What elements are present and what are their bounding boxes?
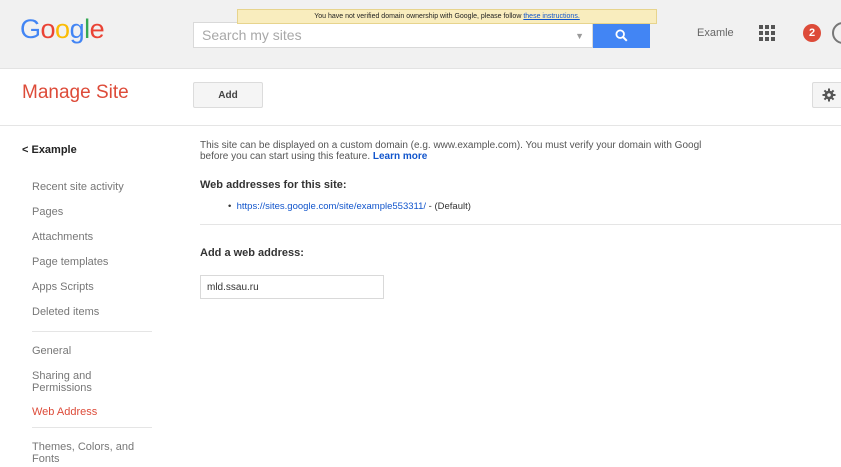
add-button[interactable]: Add [193, 82, 263, 108]
sidebar-item-page-templates[interactable]: Page templates [32, 256, 157, 268]
domain-verification-notice: You have not verified domain ownership w… [237, 9, 657, 24]
avatar[interactable] [832, 22, 841, 44]
sidebar: < Example Recent site activity Pages Att… [0, 125, 170, 467]
account-name[interactable]: Examle [697, 27, 734, 39]
sidebar-item-web-address[interactable]: Web Address [32, 406, 157, 418]
sidebar-item-themes[interactable]: Themes, Colors, and Fonts [32, 441, 152, 465]
main-content: This site can be displayed on a custom d… [200, 140, 841, 299]
add-address-heading: Add a web address: [200, 247, 304, 259]
sidebar-item-sharing[interactable]: Sharing and Permissions [32, 370, 112, 394]
learn-more-link[interactable]: Learn more [373, 151, 427, 162]
sidebar-divider [32, 331, 152, 332]
logo-letter: g [69, 14, 85, 44]
web-addresses-heading: Web addresses for this site: [200, 179, 347, 191]
search-input[interactable] [194, 23, 570, 47]
logo-letter: o [55, 14, 70, 44]
sidebar-divider [32, 427, 152, 428]
notice-text: You have not verified domain ownership w… [314, 13, 522, 20]
gear-icon [822, 88, 836, 102]
apps-grid-icon[interactable] [759, 25, 775, 41]
web-address-input[interactable] [200, 275, 384, 299]
logo-letter: o [40, 14, 56, 44]
logo-letter: G [20, 14, 41, 44]
description-text: This site can be displayed on a custom d… [200, 140, 841, 162]
sidebar-item-recent-activity[interactable]: Recent site activity [32, 181, 157, 193]
chevron-down-icon[interactable]: ▼ [575, 31, 584, 41]
page-title: Manage Site [22, 82, 129, 103]
site-url-item: • https://sites.google.com/site/example5… [200, 201, 841, 212]
default-label: - (Default) [426, 201, 471, 212]
back-to-site-link[interactable]: < Example [22, 144, 77, 156]
section-divider [200, 224, 841, 225]
description-line-1: This site can be displayed on a custom d… [200, 140, 702, 151]
sidebar-item-attachments[interactable]: Attachments [32, 231, 157, 243]
sidebar-item-deleted-items[interactable]: Deleted items [32, 306, 157, 318]
search-button[interactable] [593, 22, 650, 48]
bullet: • [228, 201, 237, 212]
logo-letter: e [89, 14, 105, 44]
sidebar-item-apps-scripts[interactable]: Apps Scripts [32, 281, 157, 293]
manage-header: Manage Site Add [0, 69, 841, 126]
settings-button[interactable] [812, 82, 841, 108]
description-line-2: before you can start using this feature.… [200, 151, 841, 162]
notification-badge[interactable]: 2 [803, 24, 821, 42]
search-icon [615, 28, 628, 42]
notice-instructions-link[interactable]: these instructions. [523, 13, 579, 20]
sidebar-item-pages[interactable]: Pages [32, 206, 157, 218]
site-url-link[interactable]: https://sites.google.com/site/example553… [237, 201, 426, 212]
description-line-2-text: before you can start using this feature. [200, 151, 371, 162]
search-box: ▼ [193, 22, 593, 48]
top-bar: Google ▼ You have not verified domain ow… [0, 0, 841, 69]
sidebar-item-general[interactable]: General [32, 345, 157, 357]
google-logo[interactable]: Google [20, 14, 105, 45]
